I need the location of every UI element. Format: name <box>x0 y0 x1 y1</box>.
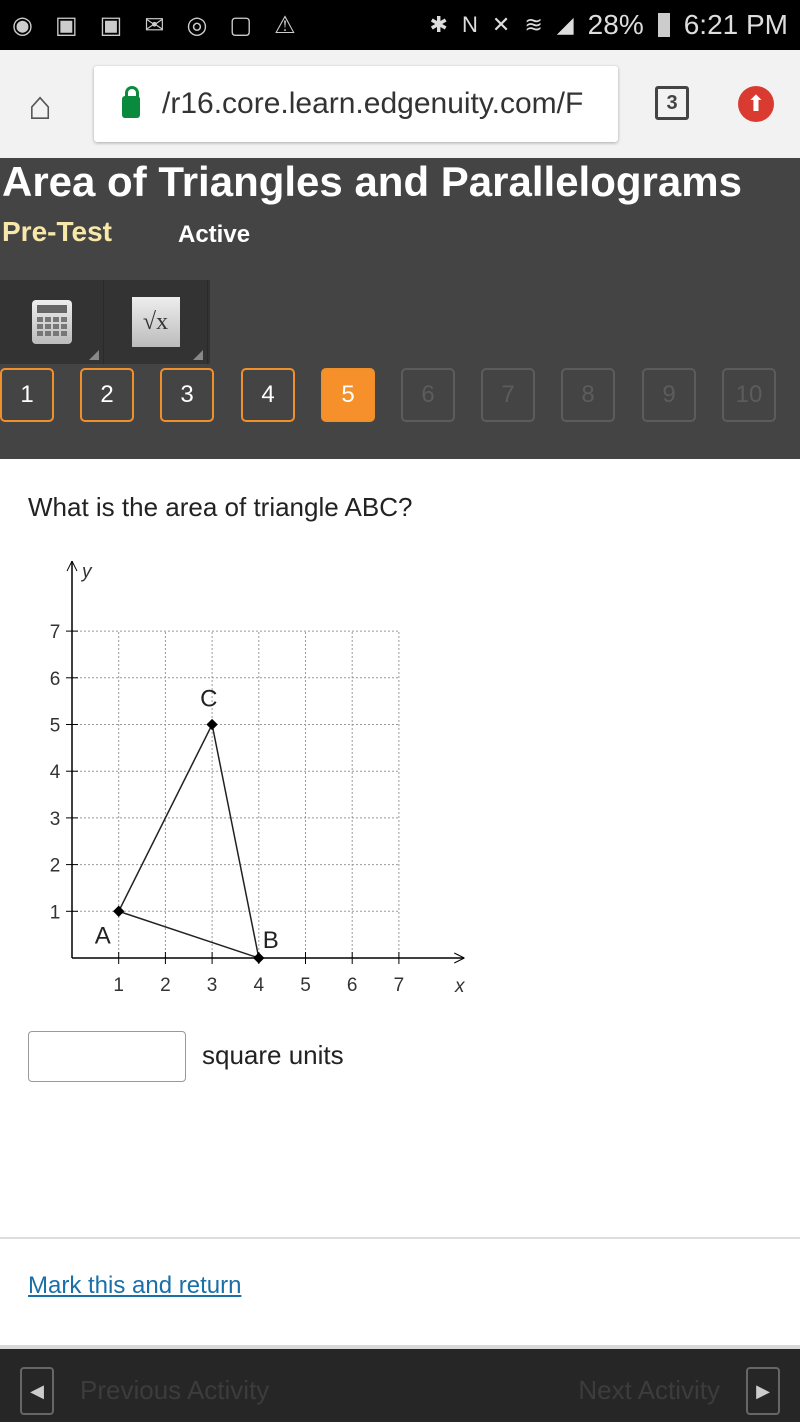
email-icon: ✉ <box>144 11 165 39</box>
browser-toolbar: ⌂ /r16.core.learn.edgenuity.com/F 3 ⬆ <box>0 50 800 158</box>
battery-level: 28% <box>587 9 644 40</box>
triangle-abc <box>117 722 260 960</box>
tab-switcher-button[interactable]: 3 <box>655 86 689 120</box>
x-tick-label: 7 <box>394 975 405 996</box>
tool-bar: √x <box>0 280 210 364</box>
answer-units: square units <box>202 1040 344 1070</box>
instagram-icon: ◎ <box>186 11 208 39</box>
previous-activity-label[interactable]: Previous Activity <box>80 1375 269 1406</box>
y-tick-label: 3 <box>50 809 61 830</box>
y-tick-label: 1 <box>50 902 61 923</box>
previous-activity-button[interactable]: ◀ <box>20 1367 54 1415</box>
x-tick-label: 6 <box>347 975 358 996</box>
x-tick-label: 2 <box>160 975 171 996</box>
y-axis-label: y <box>80 561 93 582</box>
x-tick-label: 1 <box>113 975 124 996</box>
update-arrow-icon[interactable]: ⬆ <box>738 86 774 122</box>
notification-icons: ◉ ▣ ▣ ✉ ◎ ▢ ⚠ <box>0 11 296 40</box>
messenger-icon: ◉ <box>12 11 33 39</box>
mute-icon: ✕ <box>491 12 511 37</box>
battery-icon <box>657 13 670 37</box>
calculator-button[interactable] <box>0 280 104 364</box>
question-3-button[interactable]: 3 <box>160 368 214 422</box>
formula-button[interactable]: √x <box>104 280 208 364</box>
warning-icon: ⚠ <box>274 11 296 39</box>
x-axis-label: x <box>454 976 466 997</box>
page-title: Area of Triangles and Parallelograms <box>2 158 742 205</box>
lock-icon <box>122 86 140 118</box>
question-2-button[interactable]: 2 <box>80 368 134 422</box>
bluetooth-icon: ✱ <box>429 12 448 37</box>
next-activity-label[interactable]: Next Activity <box>578 1375 720 1406</box>
vertex-point-B <box>253 952 265 964</box>
x-tick-label: 4 <box>254 975 265 996</box>
question-prompt: What is the area of triangle ABC? <box>28 492 413 522</box>
signal-icon: ◢ <box>556 12 574 37</box>
question-4-button[interactable]: 4 <box>241 368 295 422</box>
question-7-button: 7 <box>481 368 535 422</box>
facebook-icon: ▣ <box>54 11 78 39</box>
gallery-icon: ▢ <box>229 11 253 39</box>
facebook-icon: ▣ <box>99 11 123 39</box>
vertex-label-C: C <box>200 686 217 713</box>
url-text: /r16.core.learn.edgenuity.com/F <box>162 87 584 120</box>
vertex-label-B: B <box>263 927 279 954</box>
question-8-button: 8 <box>561 368 615 422</box>
x-axis-arrow-icon <box>454 952 465 964</box>
nfc-icon: N <box>461 12 478 37</box>
chevron-left-icon: ◀ <box>30 1380 44 1401</box>
y-tick-label: 5 <box>50 716 61 737</box>
y-tick-label: 6 <box>50 669 61 690</box>
next-activity-button[interactable]: ▶ <box>746 1367 780 1415</box>
y-tick-label: 7 <box>50 622 61 643</box>
clock: 6:21 PM <box>683 9 788 40</box>
chevron-right-icon: ▶ <box>756 1380 770 1401</box>
activity-header: Area of Triangles and Parallelograms Pre… <box>0 158 800 459</box>
answer-input[interactable] <box>28 1031 186 1082</box>
y-tick-label: 4 <box>50 762 61 783</box>
square-root-icon: √x <box>131 297 180 347</box>
vertex-point-C <box>206 718 218 731</box>
vertex-label-A: A <box>95 922 111 949</box>
question-10-button: 10 <box>722 368 776 422</box>
question-6-button: 6 <box>401 368 455 422</box>
home-icon[interactable]: ⌂ <box>28 84 52 129</box>
activity-status: Active <box>178 221 251 248</box>
x-tick-label: 3 <box>207 975 218 996</box>
question-navigator: 1 2 3 4 5 6 7 8 9 10 <box>0 368 800 422</box>
divider <box>0 1237 800 1239</box>
calculator-icon <box>31 300 72 344</box>
activity-type: Pre-Test <box>2 216 112 247</box>
question-9-button: 9 <box>642 368 696 422</box>
x-tick-label: 5 <box>300 975 311 996</box>
wifi-icon: ≋ <box>524 12 543 37</box>
url-bar[interactable]: /r16.core.learn.edgenuity.com/F <box>94 66 618 142</box>
activity-footer: ◀ Previous Activity Next Activity ▶ <box>0 1345 800 1422</box>
y-axis-arrow-icon <box>66 560 78 572</box>
y-tick-label: 2 <box>50 856 61 877</box>
mark-and-return-link[interactable]: Mark this and return <box>28 1272 241 1300</box>
vertex-point-A <box>113 905 125 917</box>
question-5-button[interactable]: 5 <box>321 368 375 422</box>
question-1-button[interactable]: 1 <box>0 368 54 422</box>
status-bar: ◉ ▣ ▣ ✉ ◎ ▢ ⚠ ✱ N ✕ ≋ ◢ 28% 6:21 PM <box>0 0 800 50</box>
